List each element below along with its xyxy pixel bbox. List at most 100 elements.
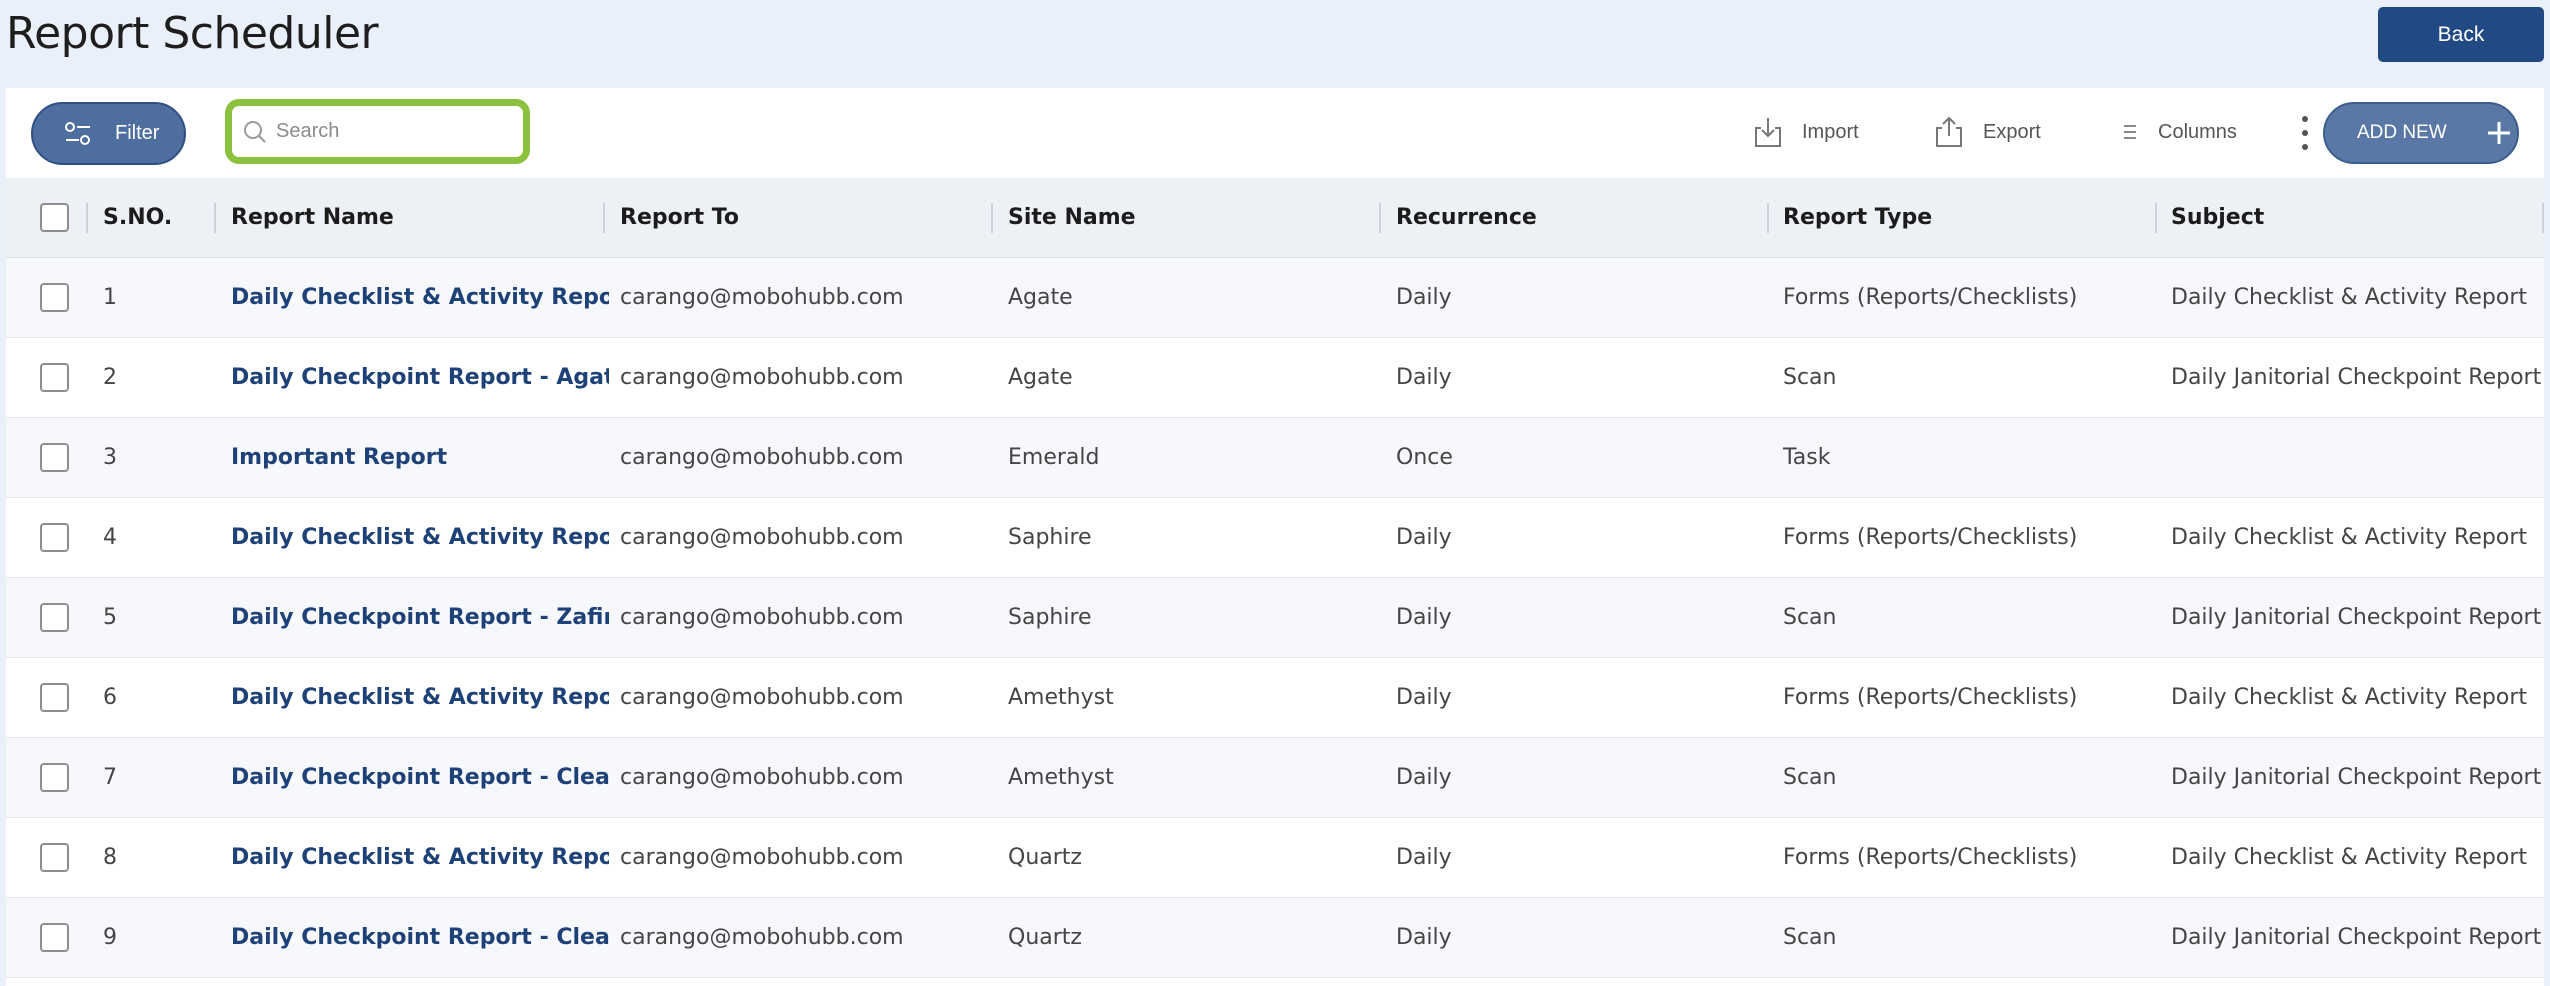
header-site-name[interactable]: Site Name — [1008, 178, 1378, 257]
row-checkbox[interactable] — [39, 923, 69, 952]
column-separator[interactable] — [2155, 203, 2157, 233]
column-separator[interactable] — [86, 203, 88, 233]
row-report-type: Scan — [1783, 605, 1837, 630]
filter-button[interactable]: Filter — [31, 102, 186, 165]
column-separator[interactable] — [1767, 203, 1769, 233]
row-checkbox[interactable] — [39, 683, 69, 712]
row-checkbox[interactable] — [39, 363, 69, 392]
import-icon — [1755, 118, 1781, 147]
column-separator[interactable] — [991, 203, 993, 233]
columns-list-icon — [2124, 125, 2136, 139]
column-separator[interactable] — [2542, 203, 2544, 233]
row-site-name: Amethyst — [1008, 685, 1114, 710]
table-row[interactable]: 4 Daily Checklist & Activity Report - Za… — [6, 498, 2544, 578]
row-select-cell — [34, 418, 74, 497]
row-checkbox[interactable] — [39, 763, 69, 792]
report-name-link[interactable]: Important Report — [231, 418, 609, 497]
row-recurrence: Daily — [1396, 365, 1452, 390]
row-subject: Daily Checklist & Activity Report — [2171, 285, 2527, 310]
header-subject[interactable]: Subject — [2171, 178, 2544, 257]
filter-label: Filter — [115, 122, 160, 144]
more-options-icon[interactable] — [2296, 114, 2314, 152]
row-report-type: Forms (Reports/Checklists) — [1783, 525, 2078, 550]
header-report-to[interactable]: Report To — [620, 178, 990, 257]
row-recurrence: Daily — [1396, 925, 1452, 950]
columns-button[interactable]: Columns — [2118, 112, 2237, 152]
row-subject: Daily Janitorial Checkpoint Report — [2171, 365, 2542, 390]
table-row[interactable]: 9 Daily Checkpoint Report - Cleaning car… — [6, 898, 2544, 978]
report-name-link[interactable]: Daily Checklist & Activity Report - Clea… — [231, 658, 609, 737]
back-button[interactable]: Back — [2378, 7, 2544, 62]
row-select-cell — [34, 258, 74, 337]
row-report-to: carango@mobohubb.com — [620, 925, 904, 950]
column-separator[interactable] — [603, 203, 605, 233]
row-report-to: carango@mobohubb.com — [620, 445, 904, 470]
row-checkbox[interactable] — [39, 283, 69, 312]
search-box[interactable] — [225, 99, 530, 164]
table-row[interactable]: 2 Daily Checkpoint Report - Agate carang… — [6, 338, 2544, 418]
row-sno: 1 — [103, 285, 117, 310]
row-sno: 2 — [103, 365, 117, 390]
report-name-link[interactable]: Daily Checkpoint Report - Cleaning — [231, 898, 609, 977]
table-row[interactable]: 8 Daily Checklist & Activity Report - Cl… — [6, 818, 2544, 898]
select-all-checkbox[interactable] — [39, 203, 69, 232]
row-report-to: carango@mobohubb.com — [620, 605, 904, 630]
table-header: S.NO. Report Name Report To Site Name Re… — [6, 178, 2544, 258]
export-button[interactable]: Export — [1931, 112, 2041, 152]
row-report-type: Forms (Reports/Checklists) — [1783, 685, 2078, 710]
row-site-name: Saphire — [1008, 605, 1092, 630]
row-checkbox[interactable] — [39, 523, 69, 552]
row-site-name: Quartz — [1008, 845, 1082, 870]
row-recurrence: Daily — [1396, 285, 1452, 310]
main-panel: Filter Import Export Columns — [6, 88, 2544, 986]
column-separator[interactable] — [214, 203, 216, 233]
search-input[interactable] — [276, 120, 506, 143]
header-select-cell — [34, 178, 74, 257]
table-row[interactable]: 5 Daily Checkpoint Report - Zafiro caran… — [6, 578, 2544, 658]
table-row[interactable]: 7 Daily Checkpoint Report - Cleaning car… — [6, 738, 2544, 818]
row-recurrence: Once — [1396, 445, 1453, 470]
header-report-type[interactable]: Report Type — [1783, 178, 2153, 257]
report-name-link[interactable]: Daily Checkpoint Report - Zafiro — [231, 578, 609, 657]
report-name-link[interactable]: Daily Checklist & Activity Report - Agat… — [231, 258, 609, 337]
row-select-cell — [34, 338, 74, 417]
columns-label: Columns — [2158, 120, 2237, 143]
add-new-button[interactable]: ADD NEW — [2323, 102, 2519, 164]
report-name-link[interactable]: Daily Checkpoint Report - Cleaning — [231, 738, 609, 817]
row-select-cell — [34, 898, 74, 977]
plus-icon — [2487, 122, 2510, 144]
column-separator[interactable] — [1379, 203, 1381, 233]
add-new-label: ADD NEW — [2357, 122, 2447, 143]
header-report-name[interactable]: Report Name — [231, 178, 609, 257]
row-checkbox[interactable] — [39, 843, 69, 872]
row-sno: 6 — [103, 685, 117, 710]
row-report-to: carango@mobohubb.com — [620, 365, 904, 390]
export-label: Export — [1983, 120, 2041, 143]
header-sno[interactable]: S.NO. — [103, 178, 213, 257]
filter-sliders-icon — [65, 121, 90, 145]
report-name-link[interactable]: Daily Checklist & Activity Report - Clea… — [231, 818, 609, 897]
row-checkbox[interactable] — [39, 603, 69, 632]
row-select-cell — [34, 578, 74, 657]
row-site-name: Amethyst — [1008, 765, 1114, 790]
row-subject — [2171, 418, 2544, 497]
row-report-to: carango@mobohubb.com — [620, 525, 904, 550]
row-checkbox[interactable] — [39, 443, 69, 472]
row-site-name: Quartz — [1008, 925, 1082, 950]
table-row[interactable]: 1 Daily Checklist & Activity Report - Ag… — [6, 258, 2544, 338]
header-recurrence[interactable]: Recurrence — [1396, 178, 1766, 257]
table-row[interactable]: 6 Daily Checklist & Activity Report - Cl… — [6, 658, 2544, 738]
row-subject: Daily Checklist & Activity Report — [2171, 685, 2527, 710]
row-report-type: Scan — [1783, 765, 1837, 790]
row-subject: Daily Checklist & Activity Report — [2171, 845, 2527, 870]
row-report-type: Scan — [1783, 365, 1837, 390]
report-name-link[interactable]: Daily Checkpoint Report - Agate — [231, 338, 609, 417]
export-icon — [1936, 116, 1962, 147]
table-row[interactable]: 3 Important Report carango@mobohubb.com … — [6, 418, 2544, 498]
row-sno: 5 — [103, 605, 117, 630]
import-button[interactable]: Import — [1750, 112, 1859, 152]
row-report-type: Forms (Reports/Checklists) — [1783, 845, 2078, 870]
row-report-type: Task — [1783, 445, 1831, 470]
row-subject: Daily Janitorial Checkpoint Report — [2171, 605, 2542, 630]
report-name-link[interactable]: Daily Checklist & Activity Report - Zafi… — [231, 498, 609, 577]
